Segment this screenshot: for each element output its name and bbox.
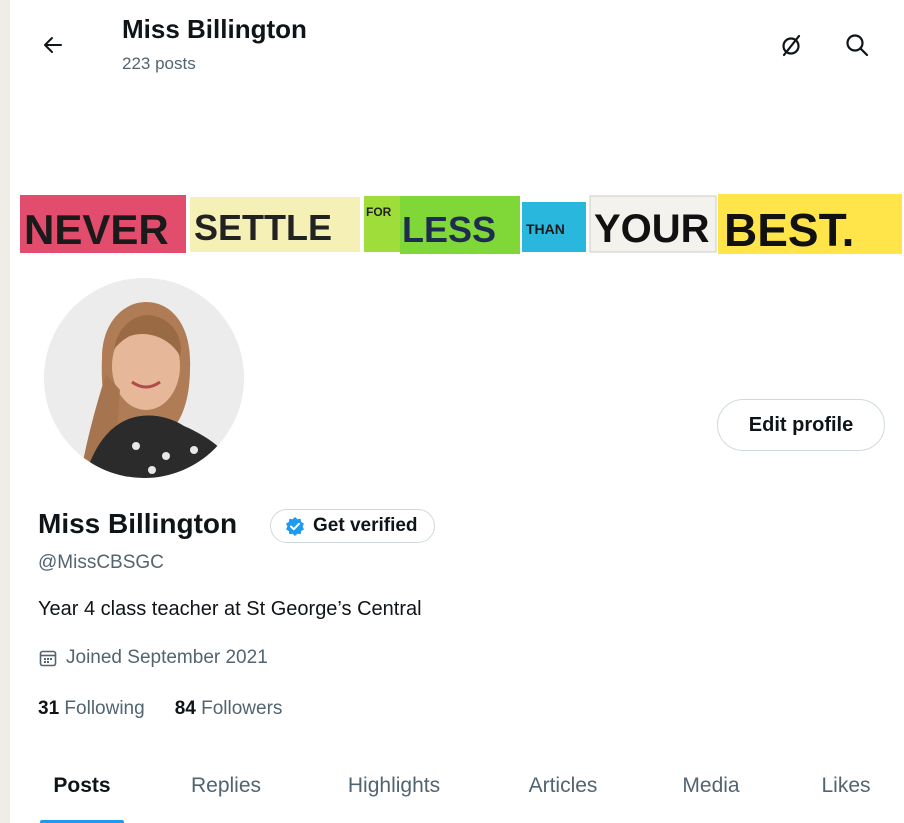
banner-word: SETTLE — [194, 207, 332, 248]
following-link[interactable]: 31 Following — [38, 698, 145, 720]
banner-word: THAN — [526, 221, 565, 237]
following-label: Following — [64, 698, 145, 719]
follow-stats: 31 Following 84 Followers — [38, 698, 282, 720]
back-button[interactable] — [36, 28, 70, 62]
tab-articles[interactable]: Articles — [529, 774, 598, 798]
post-count: 223 posts — [122, 54, 196, 73]
display-name: Miss Billington — [38, 508, 238, 539]
bio-text: Year 4 class teacher at St George’s Cent… — [38, 598, 422, 620]
profile-tabs: Posts Replies Highlights Articles Media … — [10, 760, 904, 823]
profile-photo-image — [44, 278, 244, 478]
search-icon — [846, 34, 869, 57]
calendar-icon — [39, 650, 57, 667]
banner-word: FOR — [366, 205, 392, 219]
motivational-banner-image: NEVER SETTLE FOR LESS THAN YOUR BEST. — [20, 194, 902, 256]
tab-replies[interactable]: Replies — [191, 774, 261, 798]
verified-badge-icon — [286, 517, 304, 536]
banner-word: YOUR — [594, 207, 710, 251]
joined-label: Joined September 2021 — [66, 647, 268, 668]
hide-button[interactable] — [774, 28, 808, 62]
slash-circle-icon — [782, 34, 801, 57]
edit-profile-button[interactable]: Edit profile — [717, 399, 885, 451]
banner-word: NEVER — [24, 206, 169, 253]
banner-word: BEST. — [724, 204, 854, 256]
arrow-left-icon — [44, 37, 62, 53]
followers-label: Followers — [201, 698, 283, 719]
get-verified-button[interactable]: Get verified — [270, 509, 435, 543]
search-button[interactable] — [840, 28, 874, 62]
tab-posts[interactable]: Posts — [53, 774, 110, 798]
profile-page: Miss Billington 223 posts NEVER SETTLE F… — [10, 0, 904, 823]
followers-link[interactable]: 84 Followers — [175, 698, 283, 720]
profile-header: Miss Billington 223 posts — [10, 0, 904, 100]
joined-date: Joined September 2021 — [38, 647, 268, 669]
get-verified-label: Get verified — [313, 515, 418, 536]
tab-likes[interactable]: Likes — [821, 774, 870, 798]
tab-media[interactable]: Media — [682, 774, 739, 798]
followers-count: 84 — [174, 698, 196, 719]
following-count: 31 — [38, 698, 60, 719]
user-handle: @MissCBSGC — [38, 552, 164, 573]
page-title: Miss Billington — [122, 14, 307, 44]
tab-highlights[interactable]: Highlights — [348, 774, 440, 798]
banner-word: LESS — [402, 209, 496, 250]
avatar[interactable] — [44, 278, 244, 478]
profile-banner: NEVER SETTLE FOR LESS THAN YOUR BEST. — [10, 110, 904, 285]
